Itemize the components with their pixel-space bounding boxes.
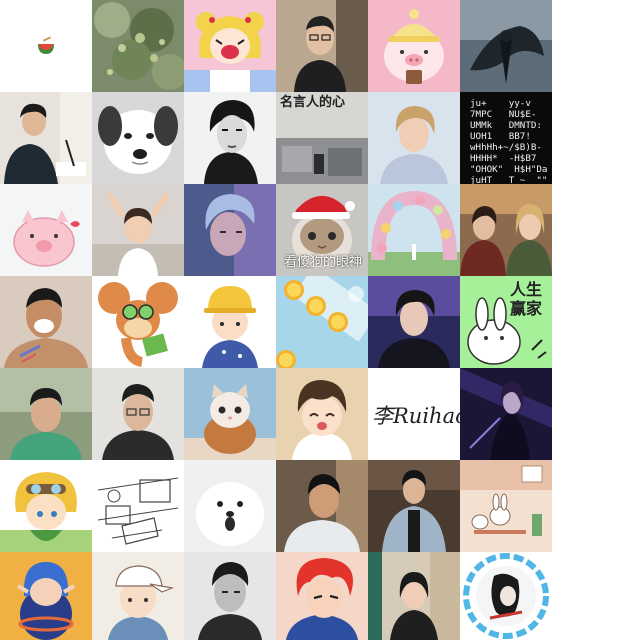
dog-icon xyxy=(184,460,276,552)
portrait-icon xyxy=(368,92,460,184)
anime-boy-avatar[interactable] xyxy=(276,368,368,460)
dark-warrior-avatar[interactable] xyxy=(460,368,552,460)
bw-man-avatar[interactable] xyxy=(184,552,276,640)
audrey-portrait-avatar[interactable] xyxy=(184,92,276,184)
pink-pig-avatar[interactable] xyxy=(0,184,92,276)
ascii-art-text: ju+ yy-v 7MPC NU$E- UMMk DMNTD: UOH1 BB7… xyxy=(470,98,548,184)
fashion-man-avatar[interactable] xyxy=(368,460,460,552)
sailor-moon-avatar[interactable] xyxy=(184,0,276,92)
concert-singer-avatar[interactable] xyxy=(368,276,460,368)
ascii-art-avatar[interactable]: ju+ yy-v 7MPC NU$E- UMMk DMNTD: UOH1 BB7… xyxy=(460,92,552,184)
portrait-icon xyxy=(0,276,92,368)
bunny-cafe-avatar[interactable] xyxy=(460,460,552,552)
calligraphy-text: 名言人的心 xyxy=(280,95,346,110)
plant-photo-icon xyxy=(92,0,184,92)
dark-wings-avatar[interactable] xyxy=(460,0,552,92)
green-leaves-avatar[interactable] xyxy=(92,0,184,92)
flower-icon xyxy=(368,184,460,276)
yellow-hat-kid-avatar[interactable] xyxy=(184,276,276,368)
sketch-icon xyxy=(92,460,184,552)
ink-circle-avatar[interactable] xyxy=(460,552,552,640)
watermelon-bowl-avatar[interactable] xyxy=(0,0,92,92)
pig-cartoon-icon xyxy=(0,184,92,276)
rabbit-text: 人生赢家 xyxy=(509,280,542,318)
calligraphy-station-avatar[interactable]: 名言人的心 xyxy=(276,92,368,184)
cartoon-icon xyxy=(0,460,92,552)
signature-avatar[interactable]: 李Ruihao xyxy=(368,368,460,460)
rabbit-cartoon-icon xyxy=(460,460,552,552)
glasses-selfie-avatar[interactable] xyxy=(92,368,184,460)
white-dog-avatar[interactable] xyxy=(184,460,276,552)
pig-cartoon-icon xyxy=(368,0,460,92)
green-shirt-man-avatar[interactable] xyxy=(0,368,92,460)
lemon-slices-avatar[interactable] xyxy=(276,276,368,368)
avatar-grid: 名言人的心 ju+ yy-v 7MPC NU$E- UMMk DMNTD: UO… xyxy=(0,0,552,640)
portrait-icon xyxy=(368,460,460,552)
ink-art-icon xyxy=(460,552,552,640)
dog-icon xyxy=(92,92,184,184)
redhead-anime-avatar[interactable] xyxy=(276,552,368,640)
elf-girl-avatar[interactable] xyxy=(0,552,92,640)
anime-boy-icon xyxy=(276,552,368,640)
girl-doorway-avatar[interactable] xyxy=(368,552,460,640)
portrait-icon xyxy=(92,368,184,460)
portrait-icon xyxy=(276,0,368,92)
puppy-avatar[interactable] xyxy=(92,92,184,184)
rabbit-meme-avatar[interactable]: 人生赢家 xyxy=(460,276,552,368)
portrait-icon xyxy=(368,276,460,368)
cartoon-icon xyxy=(0,552,92,640)
man-glasses-avatar[interactable] xyxy=(276,0,368,92)
mouse-cartoon-icon xyxy=(92,276,184,368)
writing-boy-avatar[interactable] xyxy=(0,92,92,184)
fantasy-figure-icon xyxy=(460,368,552,460)
cap-boy-avatar[interactable] xyxy=(92,552,184,640)
portrait-icon xyxy=(0,368,92,460)
cartoon-icon xyxy=(92,552,184,640)
goggle-boy-cartoon-avatar[interactable] xyxy=(0,460,92,552)
signature-text: 李Ruihao xyxy=(372,404,460,428)
anime-boy-icon xyxy=(276,368,368,460)
jerry-mouse-avatar[interactable] xyxy=(92,276,184,368)
portrait-icon xyxy=(460,184,552,276)
sketch-desk-avatar[interactable] xyxy=(92,460,184,552)
blond-singer-avatar[interactable] xyxy=(368,92,460,184)
anime-girl-icon xyxy=(184,0,276,92)
portrait-icon xyxy=(368,552,460,640)
kid-cartoon-icon xyxy=(184,276,276,368)
laughing-man-avatar[interactable] xyxy=(0,276,92,368)
portrait-icon xyxy=(0,92,92,184)
cat-caption: 看傻狗的眼神 xyxy=(284,255,363,270)
portrait-icon xyxy=(184,184,276,276)
child-photo-icon xyxy=(92,184,184,276)
portrait-icon xyxy=(184,92,276,184)
blue-haired-man-avatar[interactable] xyxy=(184,184,276,276)
flower-arch-avatar[interactable] xyxy=(368,184,460,276)
cat-icon xyxy=(184,368,276,460)
kitten-avatar[interactable] xyxy=(184,368,276,460)
lemon-icon xyxy=(276,276,368,368)
pig-beanie-avatar[interactable] xyxy=(368,0,460,92)
santa-cat-avatar[interactable]: 看傻狗的眼神 xyxy=(276,184,368,276)
fantasy-figure-icon xyxy=(460,0,552,92)
couple-show-avatar[interactable] xyxy=(460,184,552,276)
watermelon-icon xyxy=(0,0,92,92)
little-girl-avatar[interactable] xyxy=(92,184,184,276)
young-man-avatar[interactable] xyxy=(276,460,368,552)
portrait-icon xyxy=(184,552,276,640)
portrait-icon xyxy=(276,460,368,552)
